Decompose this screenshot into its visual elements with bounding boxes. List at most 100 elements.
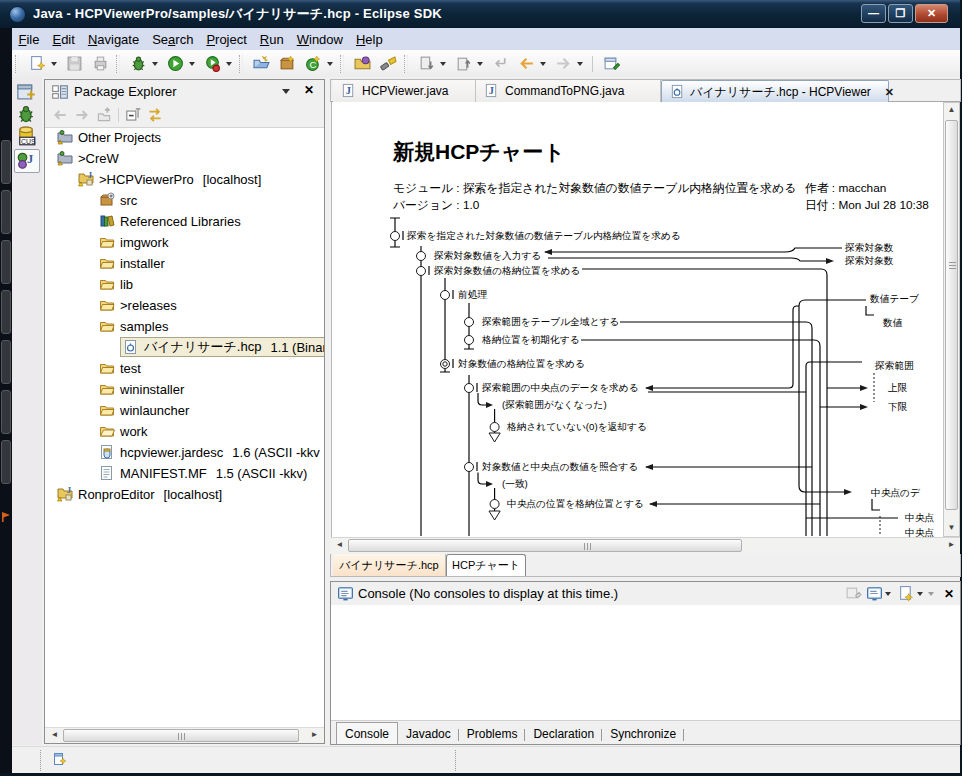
console-tab-synchronize[interactable]: Synchronize: [602, 723, 684, 744]
debug-dropdown-icon[interactable]: [151, 55, 160, 72]
menu-search[interactable]: Search: [146, 30, 200, 49]
tree-item-imgwork[interactable]: imgwork: [99, 232, 168, 252]
fast-view-button[interactable]: [1, 390, 11, 434]
new-java-project-icon[interactable]: [253, 55, 270, 72]
previous-annotation-dropdown-icon[interactable]: [476, 55, 485, 72]
run-external-tools-icon[interactable]: [204, 55, 221, 72]
tree-item-samples[interactable]: samples: [99, 316, 168, 336]
package-explorer-hscrollbar[interactable]: ◄ ►: [45, 727, 324, 743]
view-up-icon[interactable]: [95, 106, 115, 124]
tree-item-wininstaller[interactable]: wininstaller: [99, 379, 184, 399]
tree-item-ronproeditor[interactable]: JRonproEditor[localhost]: [57, 484, 222, 504]
status-new-icon[interactable]: [52, 751, 68, 769]
new-class-dropdown-icon[interactable]: [326, 55, 335, 72]
editor-tab-3[interactable]: バイナリサーチ.hcp - HCPViewer✕: [661, 80, 889, 103]
tree-item--crew[interactable]: !>CreW: [57, 148, 119, 168]
debug-perspective-icon[interactable]: [16, 104, 38, 126]
display-selected-console-icon[interactable]: [866, 585, 884, 602]
tree-item-work[interactable]: work: [99, 421, 147, 441]
java-perspective-icon[interactable]: J: [14, 149, 40, 173]
tree-item-other-projects[interactable]: !Other Projects: [57, 129, 161, 147]
next-annotation-dropdown-icon[interactable]: [439, 55, 448, 72]
collapse-all-icon[interactable]: [124, 106, 144, 124]
new-wizard-icon[interactable]: [29, 55, 46, 72]
tree-item-referenced-libraries[interactable]: Referenced Libraries: [99, 211, 241, 231]
hcp-chart-editor[interactable]: 新規HCPチャートモジュール : 探索を指定された対象数値の数値テーブル内格納位…: [331, 102, 943, 537]
open-type-icon[interactable]: [354, 55, 371, 72]
next-annotation-icon[interactable]: [418, 55, 435, 72]
fast-view-button[interactable]: [1, 190, 11, 234]
editor-tab-2[interactable]: JCommandToPNG.java: [476, 80, 661, 102]
new-class-icon[interactable]: C: [305, 55, 322, 72]
console-tab-javadoc[interactable]: Javadoc: [398, 723, 459, 744]
menu-run[interactable]: Run: [253, 30, 290, 49]
tree-item-manifest.mf[interactable]: MANIFEST.MF1.5 (ASCII -kkv): [99, 463, 307, 483]
console-tab-console[interactable]: Console: [336, 722, 398, 744]
close-view-icon[interactable]: ✕: [304, 83, 314, 97]
view-forward-icon[interactable]: [73, 106, 93, 124]
open-perspective-icon[interactable]: [16, 82, 38, 104]
scroll-right-icon[interactable]: ►: [307, 729, 322, 742]
tree-item-winlauncher[interactable]: winlauncher: [99, 400, 189, 420]
menu-help[interactable]: Help: [349, 30, 389, 49]
tree-item-lib[interactable]: lib: [99, 274, 133, 294]
editor-vscrollbar[interactable]: ▲ ▼: [943, 102, 960, 537]
open-console-dropdown-icon[interactable]: [916, 585, 925, 602]
close-button[interactable]: ✕: [915, 4, 948, 23]
minimize-button[interactable]: —: [861, 4, 886, 23]
new-java-package-icon[interactable]: [279, 55, 296, 72]
fast-view-button[interactable]: [1, 440, 11, 484]
print-icon[interactable]: [92, 55, 109, 72]
menu-navigate[interactable]: Navigate: [81, 30, 145, 49]
fast-view-button[interactable]: [1, 240, 11, 284]
tree-item--.hcp[interactable]: バイナリサーチ.hcp1.1 (Binary: [120, 337, 324, 357]
tree-item-src[interactable]: #src: [99, 190, 137, 210]
fast-view-button[interactable]: [1, 290, 11, 334]
save-icon[interactable]: [66, 55, 83, 72]
open-console-icon[interactable]: [898, 585, 916, 602]
close-tab-icon[interactable]: ✕: [885, 86, 894, 99]
new-wizard-dropdown-icon[interactable]: [50, 55, 59, 72]
console-tab-problems[interactable]: Problems: [459, 723, 526, 744]
tree-item-hcpviewer.jardesc[interactable]: hcpviewer.jardesc1.6 (ASCII -kkv: [99, 442, 320, 462]
previous-annotation-icon[interactable]: [455, 55, 472, 72]
scroll-up-icon[interactable]: ▲: [945, 104, 958, 117]
back-dropdown-icon[interactable]: [539, 55, 548, 72]
menu-window[interactable]: Window: [290, 30, 349, 49]
console-body[interactable]: [331, 605, 960, 720]
link-tree-icon[interactable]: [146, 106, 166, 124]
forward-icon[interactable]: [555, 55, 572, 72]
scroll-left-icon[interactable]: ◄: [47, 729, 62, 742]
close-view-icon[interactable]: ✕: [944, 587, 954, 601]
fast-view-button[interactable]: [1, 340, 11, 384]
run-icon[interactable]: [167, 55, 184, 72]
menu-edit[interactable]: Edit: [46, 30, 81, 49]
run-external-tools-dropdown-icon[interactable]: [225, 55, 234, 72]
forward-dropdown-icon[interactable]: [576, 55, 585, 72]
tree-item--releases[interactable]: >releases: [99, 295, 177, 315]
scroll-down-icon[interactable]: ▼: [945, 522, 958, 535]
tree-item-test[interactable]: test: [99, 358, 141, 378]
scroll-right-icon[interactable]: ►: [944, 539, 959, 552]
title-bar[interactable]: Java - HCPViewerPro/samples/バイナリサーチ.hcp …: [0, 0, 960, 28]
run-dropdown-icon[interactable]: [188, 55, 197, 72]
back-icon[interactable]: [518, 55, 535, 72]
scroll-left-icon[interactable]: ◄: [332, 539, 347, 552]
view-menu-icon[interactable]: [282, 89, 290, 98]
restore-button[interactable]: ❐: [888, 4, 913, 23]
console-tab-declaration[interactable]: Declaration: [525, 723, 602, 744]
editor-bottom-tab-1[interactable]: バイナリサーチ.hcp: [333, 554, 446, 576]
tree-item-installer[interactable]: installer: [99, 253, 165, 273]
display-selected-console-dropdown-icon[interactable]: [884, 585, 893, 602]
view-back-icon[interactable]: [51, 106, 71, 124]
menu-file[interactable]: File: [12, 30, 46, 49]
editor-bottom-tab-2[interactable]: HCPチャート: [446, 554, 526, 576]
menu-project[interactable]: Project: [200, 30, 253, 49]
cus-perspective-icon[interactable]: CUS: [16, 126, 38, 148]
last-edit-location-icon[interactable]: [492, 55, 509, 72]
debug-icon[interactable]: [130, 55, 147, 72]
tree-item--hcpviewerpro[interactable]: J>HCPViewerPro[localhost]: [78, 169, 261, 189]
view-menu-icon[interactable]: [927, 585, 936, 602]
link-with-editor-icon[interactable]: [603, 55, 620, 72]
editor-tab-1[interactable]: JHCPViewer.java: [333, 80, 476, 102]
